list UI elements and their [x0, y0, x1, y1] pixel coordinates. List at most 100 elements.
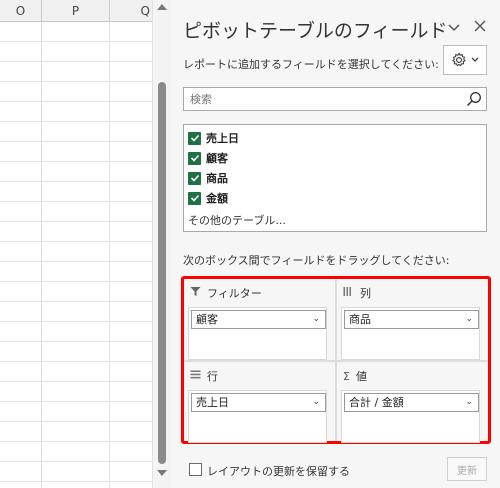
grid-cell[interactable] [110, 142, 152, 162]
grid-cell[interactable] [42, 422, 110, 442]
columns-area[interactable]: 列 商品 ⌄ [337, 279, 488, 360]
grid-cell[interactable] [42, 22, 110, 42]
grid-cell[interactable] [0, 282, 42, 302]
scrollbar-thumb[interactable] [158, 82, 166, 464]
grid-cell[interactable] [110, 162, 152, 182]
grid-cell[interactable] [42, 182, 110, 202]
columns-drop-zone[interactable]: 商品 ⌄ [341, 307, 480, 360]
grid-cell[interactable] [0, 482, 42, 488]
chevron-down-icon[interactable]: ⌄ [312, 394, 320, 411]
grid-cell[interactable] [110, 382, 152, 402]
vertical-scrollbar[interactable] [152, 0, 171, 488]
grid-cell[interactable] [42, 402, 110, 422]
grid-cell[interactable] [42, 102, 110, 122]
grid-cell[interactable] [0, 82, 42, 102]
filters-field-pill[interactable]: 顧客 ⌄ [191, 310, 326, 329]
grid-cell[interactable] [0, 422, 42, 442]
checkbox-checked-icon[interactable] [188, 191, 201, 205]
grid-cell[interactable] [42, 282, 110, 302]
values-drop-zone[interactable]: 合計 / 金額 ⌄ [341, 390, 480, 443]
grid-cell[interactable] [0, 22, 42, 42]
grid-cell[interactable] [110, 82, 152, 102]
close-icon[interactable] [474, 18, 486, 36]
grid-cell[interactable] [0, 362, 42, 382]
settings-button[interactable] [443, 45, 487, 75]
grid-cell[interactable] [0, 122, 42, 142]
column-header-o[interactable]: O [0, 0, 42, 22]
grid-cell[interactable] [0, 62, 42, 82]
chevron-down-icon[interactable]: ⌄ [312, 311, 320, 328]
grid-cell[interactable] [42, 462, 110, 482]
grid-cell[interactable] [110, 122, 152, 142]
filters-drop-zone[interactable]: 顧客 ⌄ [188, 307, 327, 360]
grid-cell[interactable] [0, 462, 42, 482]
grid-cell[interactable] [0, 342, 42, 362]
field-item-product[interactable]: 商品 [188, 170, 228, 186]
grid-cell[interactable] [110, 402, 152, 422]
rows-area[interactable]: 行 売上日 ⌄ [184, 362, 335, 443]
values-area[interactable]: Σ 値 合計 / 金額 ⌄ [337, 362, 488, 443]
grid-cell[interactable] [110, 102, 152, 122]
grid-cell[interactable] [110, 442, 152, 462]
grid-cell[interactable] [110, 322, 152, 342]
grid-cell[interactable] [42, 162, 110, 182]
grid-cell[interactable] [0, 202, 42, 222]
field-item-customer[interactable]: 顧客 [188, 150, 228, 166]
values-field-pill[interactable]: 合計 / 金額 ⌄ [344, 393, 479, 412]
grid-cell[interactable] [42, 222, 110, 242]
grid-cell[interactable] [0, 162, 42, 182]
grid-cell[interactable] [110, 202, 152, 222]
grid-cell[interactable] [42, 142, 110, 162]
grid-cell[interactable] [42, 62, 110, 82]
chevron-down-icon[interactable]: ⌄ [465, 311, 473, 328]
checkbox-checked-icon[interactable] [188, 151, 201, 165]
grid-cell[interactable] [110, 462, 152, 482]
rows-field-pill[interactable]: 売上日 ⌄ [191, 393, 326, 412]
defer-update-checkbox[interactable] [189, 463, 202, 476]
grid-cell[interactable] [42, 382, 110, 402]
grid-cell[interactable] [42, 322, 110, 342]
grid-cell[interactable] [0, 402, 42, 422]
grid-cell[interactable] [0, 242, 42, 262]
grid-cell[interactable] [0, 182, 42, 202]
chevron-down-icon[interactable]: ⌄ [465, 394, 473, 411]
grid-cell[interactable] [0, 382, 42, 402]
filters-area[interactable]: フィルター 顧客 ⌄ [184, 279, 335, 360]
grid-cell[interactable] [42, 242, 110, 262]
grid-cell[interactable] [42, 42, 110, 62]
grid-cell[interactable] [0, 322, 42, 342]
chevron-down-icon[interactable] [448, 18, 460, 36]
grid-cell[interactable] [0, 42, 42, 62]
grid-cell[interactable] [110, 42, 152, 62]
search-icon[interactable] [466, 91, 482, 111]
checkbox-checked-icon[interactable] [188, 131, 201, 145]
scroll-down-icon[interactable] [157, 470, 167, 476]
spreadsheet-grid[interactable]: O P Q [0, 0, 152, 488]
grid-cell[interactable] [42, 262, 110, 282]
column-header-p[interactable]: P [42, 0, 110, 22]
grid-cell[interactable] [110, 242, 152, 262]
field-item-amount[interactable]: 金額 [188, 190, 228, 206]
grid-cell[interactable] [0, 102, 42, 122]
grid-cell[interactable] [42, 362, 110, 382]
grid-cell[interactable] [0, 222, 42, 242]
grid-cell[interactable] [42, 482, 110, 488]
columns-field-pill[interactable]: 商品 ⌄ [344, 310, 479, 329]
column-header-q[interactable]: Q [110, 0, 152, 22]
grid-cell[interactable] [110, 342, 152, 362]
search-input[interactable] [184, 88, 454, 110]
grid-cell[interactable] [110, 62, 152, 82]
scroll-up-icon[interactable] [157, 4, 167, 10]
grid-cell[interactable] [110, 182, 152, 202]
grid-cell[interactable] [0, 142, 42, 162]
checkbox-checked-icon[interactable] [188, 171, 201, 185]
grid-cell[interactable] [110, 222, 152, 242]
field-item-sales-date[interactable]: 売上日 [188, 130, 239, 146]
grid-cell[interactable] [110, 302, 152, 322]
grid-cell[interactable] [0, 442, 42, 462]
grid-cell[interactable] [42, 82, 110, 102]
grid-cell[interactable] [110, 262, 152, 282]
update-button[interactable]: 更新 [447, 457, 487, 481]
more-tables-link[interactable]: その他のテーブル... [188, 212, 286, 228]
grid-cell[interactable] [110, 362, 152, 382]
